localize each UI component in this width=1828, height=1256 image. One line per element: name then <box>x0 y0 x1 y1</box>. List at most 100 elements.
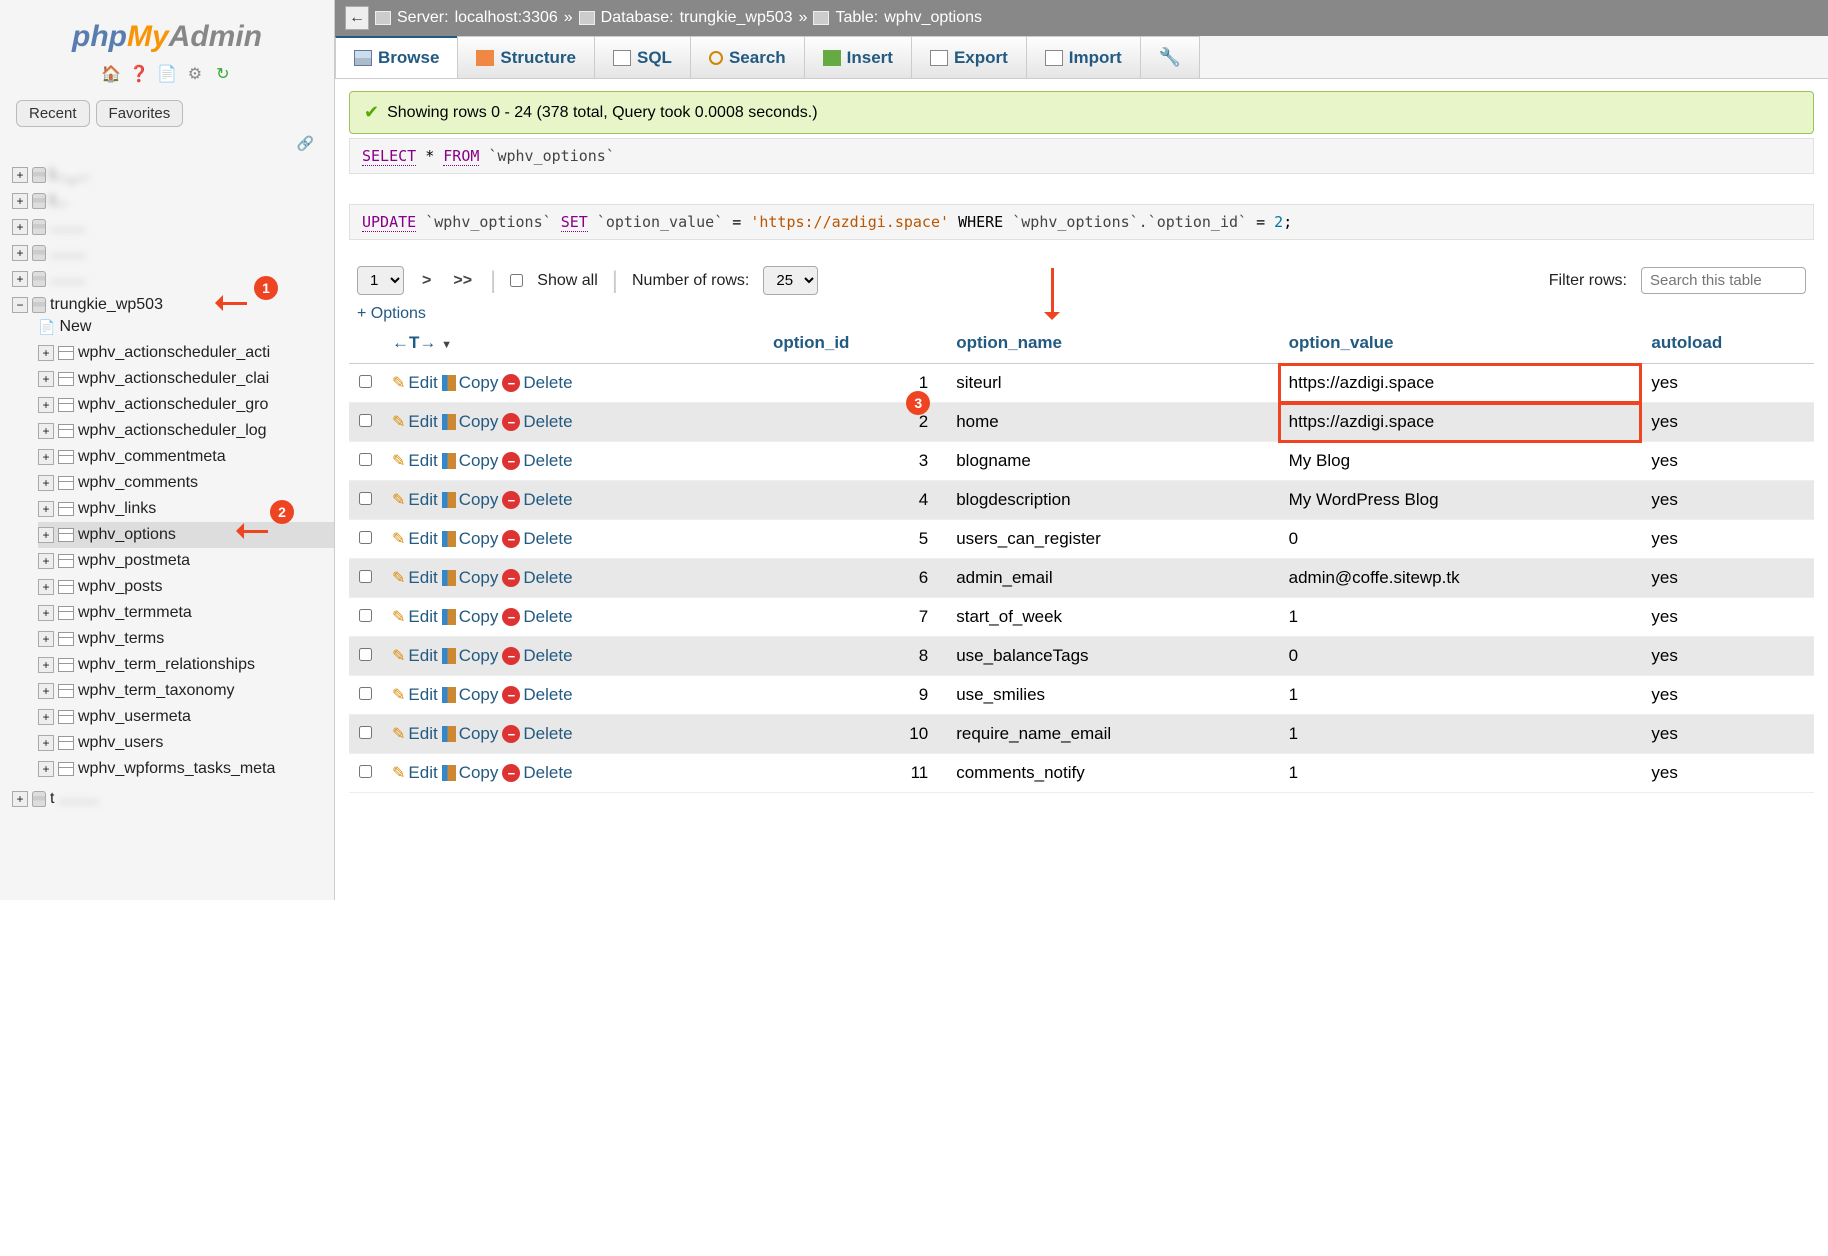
expand-icon[interactable]: + <box>38 345 54 361</box>
row-checkbox[interactable] <box>359 765 372 778</box>
delete-link[interactable]: −Delete <box>502 568 572 588</box>
bc-server[interactable]: localhost:3306 <box>455 9 558 27</box>
recent-tab[interactable]: Recent <box>16 100 90 127</box>
delete-link[interactable]: −Delete <box>502 529 572 549</box>
delete-link[interactable]: −Delete <box>502 763 572 783</box>
col-option-name[interactable]: option_name <box>946 323 1278 364</box>
row-checkbox[interactable] <box>359 687 372 700</box>
copy-link[interactable]: Copy <box>442 490 499 510</box>
expand-icon[interactable]: + <box>38 683 54 699</box>
row-checkbox[interactable] <box>359 453 372 466</box>
table-item[interactable]: +wphv_posts <box>38 574 334 600</box>
edit-link[interactable]: ✎Edit <box>392 529 438 549</box>
expand-icon[interactable]: + <box>38 553 54 569</box>
edit-link[interactable]: ✎Edit <box>392 412 438 432</box>
edit-link[interactable]: ✎Edit <box>392 646 438 666</box>
bc-db[interactable]: trungkie_wp503 <box>680 9 793 27</box>
edit-link[interactable]: ✎Edit <box>392 451 438 471</box>
col-actions[interactable]: ←T→ ▼ <box>382 323 763 364</box>
expand-icon[interactable]: + <box>38 761 54 777</box>
row-checkbox[interactable] <box>359 414 372 427</box>
table-item[interactable]: +wphv_term_taxonomy <box>38 678 334 704</box>
db-item[interactable]: t... <box>50 192 68 210</box>
expand-icon[interactable]: + <box>38 449 54 465</box>
settings-icon[interactable]: ⚙ <box>185 64 205 84</box>
expand-icon[interactable]: + <box>12 791 28 807</box>
copy-link[interactable]: Copy <box>442 568 499 588</box>
edit-link[interactable]: ✎Edit <box>392 763 438 783</box>
expand-icon[interactable]: + <box>38 397 54 413</box>
db-item[interactable]: ........ <box>50 270 86 288</box>
copy-link[interactable]: Copy <box>442 373 499 393</box>
bc-table[interactable]: wphv_options <box>884 9 982 27</box>
expand-icon[interactable]: + <box>12 193 28 209</box>
delete-link[interactable]: −Delete <box>502 490 572 510</box>
table-item[interactable]: +wphv_postmeta <box>38 548 334 574</box>
table-item[interactable]: +wphv_actionscheduler_log <box>38 418 334 444</box>
row-checkbox[interactable] <box>359 570 372 583</box>
expand-icon[interactable]: + <box>12 245 28 261</box>
copy-link[interactable]: Copy <box>442 763 499 783</box>
expand-icon[interactable]: + <box>38 631 54 647</box>
home-icon[interactable]: 🏠 <box>101 64 121 84</box>
page-select[interactable]: 1 <box>357 266 404 295</box>
link-icon[interactable]: 🔗 <box>0 131 334 156</box>
docs-icon[interactable]: 📄 <box>157 64 177 84</box>
tab-sql[interactable]: SQL <box>594 36 691 78</box>
show-all-checkbox[interactable] <box>510 274 523 287</box>
edit-link[interactable]: ✎Edit <box>392 685 438 705</box>
expand-icon[interactable]: + <box>12 167 28 183</box>
collapse-icon[interactable]: − <box>12 297 28 313</box>
expand-icon[interactable]: + <box>38 527 54 543</box>
filter-input[interactable] <box>1641 267 1806 294</box>
table-item[interactable]: +wphv_termmeta <box>38 600 334 626</box>
table-item[interactable]: +wphv_comments <box>38 470 334 496</box>
edit-link[interactable]: ✎Edit <box>392 568 438 588</box>
expand-icon[interactable]: + <box>38 605 54 621</box>
delete-link[interactable]: −Delete <box>502 607 572 627</box>
table-item[interactable]: +wphv_term_relationships <box>38 652 334 678</box>
col-option-id[interactable]: option_id <box>763 323 946 364</box>
table-item[interactable]: +wphv_commentmeta <box>38 444 334 470</box>
tab-insert[interactable]: Insert <box>804 36 912 78</box>
expand-icon[interactable]: + <box>38 475 54 491</box>
tab-browse[interactable]: Browse <box>335 36 458 78</box>
copy-link[interactable]: Copy <box>442 607 499 627</box>
reload-icon[interactable]: ↻ <box>213 64 233 84</box>
last-page[interactable]: >> <box>449 272 476 290</box>
table-item[interactable]: +wphv_actionscheduler_clai <box>38 366 334 392</box>
edit-link[interactable]: ✎Edit <box>392 607 438 627</box>
expand-icon[interactable]: + <box>38 657 54 673</box>
table-item[interactable]: +wphv_actionscheduler_gro <box>38 392 334 418</box>
table-item[interactable]: +wphv_terms <box>38 626 334 652</box>
table-item[interactable]: +wphv_actionscheduler_acti <box>38 340 334 366</box>
tab-import[interactable]: Import <box>1026 36 1141 78</box>
delete-link[interactable]: −Delete <box>502 724 572 744</box>
delete-link[interactable]: −Delete <box>502 412 572 432</box>
table-item[interactable]: +wphv_users <box>38 730 334 756</box>
copy-link[interactable]: Copy <box>442 685 499 705</box>
row-checkbox[interactable] <box>359 375 372 388</box>
logo[interactable]: phpMyAdmin <box>0 20 334 54</box>
table-item[interactable]: +wphv_usermeta <box>38 704 334 730</box>
tab-more[interactable]: 🔧 <box>1140 36 1200 78</box>
expand-icon[interactable]: + <box>38 501 54 517</box>
row-checkbox[interactable] <box>359 609 372 622</box>
expand-icon[interactable]: + <box>38 371 54 387</box>
delete-link[interactable]: −Delete <box>502 685 572 705</box>
expand-icon[interactable]: + <box>38 709 54 725</box>
options-link[interactable]: + Options <box>349 305 1814 323</box>
copy-link[interactable]: Copy <box>442 724 499 744</box>
tab-structure[interactable]: Structure <box>457 36 595 78</box>
copy-link[interactable]: Copy <box>442 529 499 549</box>
tab-search[interactable]: Search <box>690 36 805 78</box>
row-checkbox[interactable] <box>359 726 372 739</box>
edit-link[interactable]: ✎Edit <box>392 490 438 510</box>
db-item[interactable]: ........ <box>50 218 86 236</box>
favorites-tab[interactable]: Favorites <box>96 100 184 127</box>
copy-link[interactable]: Copy <box>442 646 499 666</box>
expand-icon[interactable]: + <box>12 219 28 235</box>
expand-icon[interactable]: + <box>38 579 54 595</box>
col-option-value[interactable]: option_value <box>1279 323 1642 364</box>
logout-icon[interactable]: ❓ <box>129 64 149 84</box>
